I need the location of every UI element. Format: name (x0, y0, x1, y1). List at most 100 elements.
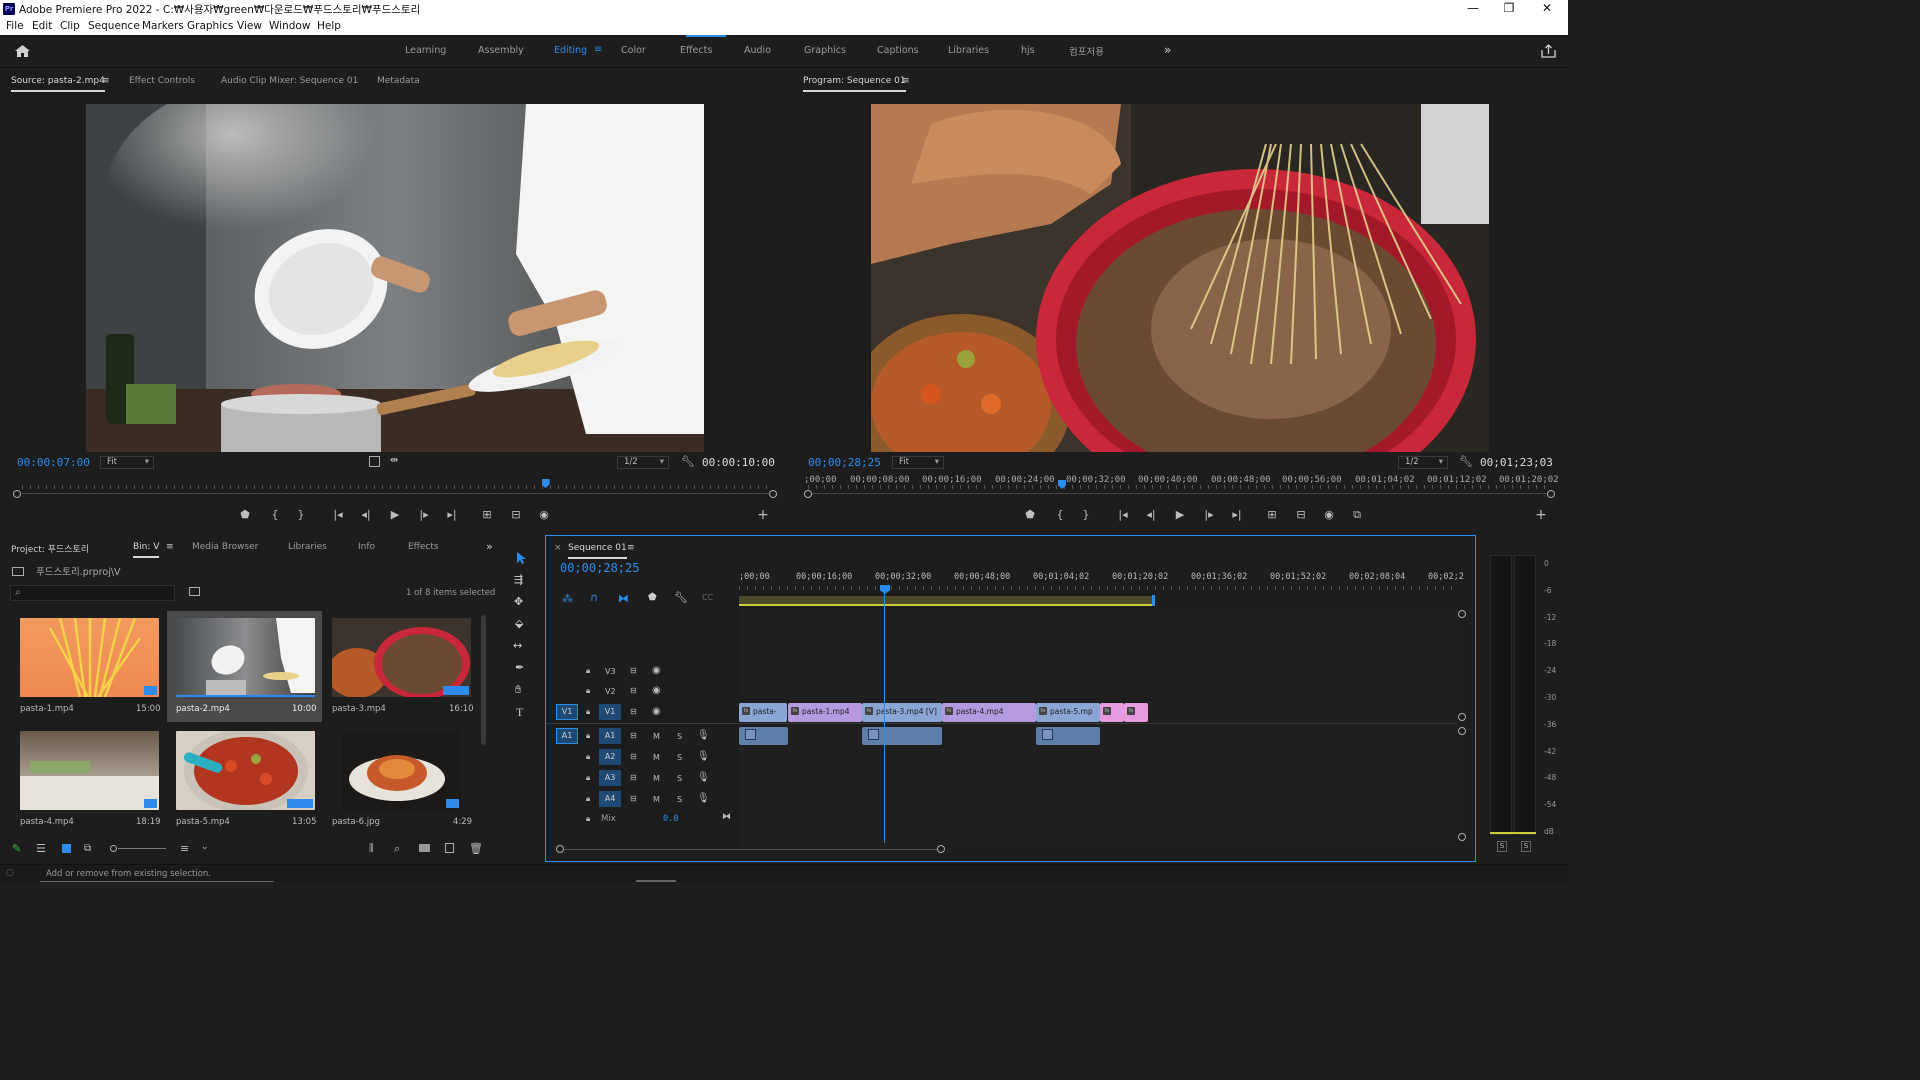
zoom-slider-handle[interactable] (110, 845, 117, 852)
new-search-bin-icon[interactable] (189, 587, 200, 596)
track-lock-icon[interactable]: 🔒︎ (586, 707, 590, 717)
automate-to-sequence-icon[interactable]: ⫼ (369, 843, 374, 854)
mute-button[interactable]: M (653, 795, 660, 804)
trash-icon[interactable]: 🗑︎ (469, 842, 483, 855)
source-time-ruler[interactable] (22, 477, 770, 489)
razor-tool-icon[interactable]: ⬙ (515, 617, 523, 630)
tab-program[interactable]: Program: Sequence 01 (803, 76, 906, 92)
sync-lock-icon[interactable]: ⊟ (630, 686, 637, 695)
tab-info[interactable]: Info (358, 542, 375, 552)
source-mark-out-button[interactable]: } (293, 508, 309, 521)
program-wrench-icon[interactable]: 🔧︎ (1459, 455, 1473, 468)
find-icon[interactable]: ⌕ (394, 842, 400, 856)
sync-lock-icon[interactable]: ⊟ (630, 752, 637, 761)
source-zoom-bar[interactable] (22, 493, 770, 494)
program-panel-menu-icon[interactable]: ≡ (902, 76, 910, 86)
source-export-frame-button[interactable]: ◉ (536, 508, 552, 521)
source-step-forward-button[interactable]: |▸ (416, 508, 432, 521)
linked-selection-icon[interactable]: ⧓ (618, 592, 629, 605)
timeline-close-icon[interactable]: × (554, 543, 562, 553)
program-go-to-in-button[interactable]: |◂ (1115, 508, 1131, 521)
program-step-back-button[interactable]: ◂| (1143, 508, 1159, 521)
source-video-frame[interactable] (86, 104, 704, 452)
track-label-a3[interactable]: A3 (599, 770, 621, 786)
track-lock-icon[interactable]: 🔒︎ (586, 794, 590, 804)
source-patch-v1[interactable]: V1 (556, 704, 578, 720)
insert-nest-icon[interactable]: ⁂ (562, 592, 573, 605)
go-to-in-out-icon[interactable]: ⧓ (722, 812, 731, 822)
tab-bin-v[interactable]: Bin: V (133, 542, 160, 558)
tab-source[interactable]: Source: pasta-2.mp4 (11, 76, 105, 92)
track-label-v1[interactable]: V1 (599, 704, 621, 720)
mute-button[interactable]: M (653, 774, 660, 783)
workspace-learning[interactable]: Learning (405, 45, 446, 56)
program-add-marker-button[interactable]: ⬟ (1022, 508, 1038, 521)
program-play-button[interactable]: ▶ (1172, 508, 1188, 521)
workspace-hjs[interactable]: hjs (1021, 45, 1035, 56)
timeline-playhead[interactable] (880, 585, 890, 594)
source-panel-menu-icon[interactable]: ≡ (102, 76, 110, 86)
timeline-panel-menu-icon[interactable]: ≡ (627, 543, 635, 553)
menu-help[interactable]: Help (317, 20, 341, 32)
timeline-zoom-start-handle[interactable] (556, 845, 564, 853)
timeline-timecode[interactable]: 00;00;28;25 (560, 561, 639, 575)
v1-clip[interactable]: pasta-3.mp4 [V] (862, 703, 942, 722)
program-zoom-bar[interactable] (812, 493, 1548, 494)
program-go-to-out-button[interactable]: ▸| (1229, 508, 1245, 521)
voiceover-mic-icon[interactable]: 🎙︎ (697, 772, 710, 783)
source-insert-button[interactable]: ⊞ (479, 508, 495, 521)
menu-view[interactable]: View (237, 20, 262, 32)
program-mark-out-button[interactable]: } (1078, 508, 1094, 521)
solo-button[interactable]: S (677, 753, 682, 762)
timeline-ruler[interactable] (739, 584, 1459, 590)
solo-button[interactable]: S (677, 795, 682, 804)
program-zoom-end-handle[interactable] (1547, 490, 1555, 498)
track-lock-icon[interactable]: 🔒︎ (586, 686, 590, 696)
snap-icon[interactable]: ∩ (590, 591, 598, 604)
source-drag-icon[interactable]: ⇹ (390, 455, 398, 466)
clip-thumbnail-pasta-3[interactable] (332, 618, 471, 697)
pen-tool-icon[interactable]: ✒ (515, 661, 524, 674)
track-label-v2[interactable]: V2 (605, 687, 616, 696)
chevron-down-icon[interactable]: ⌄ (201, 842, 209, 852)
ripple-edit-tool-icon[interactable]: ✥ (514, 595, 523, 608)
sort-icon[interactable]: ≡ (180, 842, 189, 855)
project-panel-menu-icon[interactable]: ≡ (166, 542, 174, 552)
project-scrollbar[interactable] (481, 615, 486, 745)
source-go-to-in-button[interactable]: |◂ (330, 508, 346, 521)
list-view-icon[interactable]: ☰ (36, 842, 46, 855)
new-bin-icon[interactable] (419, 844, 430, 852)
workspace-overflow-icon[interactable]: » (1164, 43, 1171, 57)
sync-lock-icon[interactable]: ⊟ (630, 731, 637, 740)
sync-lock-icon[interactable]: ⊟ (630, 794, 637, 803)
pencil-icon[interactable]: ✎ (12, 842, 21, 855)
track-label-a4[interactable]: A4 (599, 791, 621, 807)
source-zoom-start-handle[interactable] (13, 490, 21, 498)
freeform-view-icon[interactable]: ⧉ (84, 843, 91, 854)
track-lock-icon[interactable]: 🔒︎ (586, 666, 590, 676)
track-lock-icon[interactable]: 🔒︎ (586, 752, 590, 762)
clip-thumbnail-pasta-1[interactable] (20, 618, 159, 697)
v1-clip[interactable]: pasta-4.mp4 (942, 703, 1036, 722)
program-export-frame-button[interactable]: ◉ (1321, 508, 1337, 521)
home-icon[interactable] (14, 44, 31, 58)
track-lock-icon[interactable]: 🔒︎ (586, 814, 590, 824)
track-label-a1[interactable]: A1 (599, 728, 621, 744)
solo-left-button[interactable]: S (1497, 841, 1507, 852)
source-go-to-out-button[interactable]: ▸| (444, 508, 460, 521)
audio-clip-pasta-3[interactable] (862, 727, 942, 745)
v1-clip[interactable]: pasta-5.mp (1036, 703, 1100, 722)
workspace-effects[interactable]: Effects (680, 45, 712, 56)
hand-tool-icon[interactable]: ✋︎ (515, 683, 521, 697)
tab-media-browser[interactable]: Media Browser (192, 542, 258, 552)
sync-lock-icon[interactable]: ⊟ (630, 773, 637, 782)
program-extract-button[interactable]: ⊟ (1293, 508, 1309, 521)
v1-clip[interactable] (1124, 703, 1148, 722)
project-search-input[interactable]: ⌕ (10, 585, 175, 601)
menu-markers[interactable]: Markers (142, 20, 184, 32)
add-marker-icon[interactable]: ⬟ (648, 592, 657, 603)
program-zoom-start-handle[interactable] (804, 490, 812, 498)
toggle-output-eye-icon[interactable]: ◉ (652, 685, 661, 696)
program-resolution-dropdown[interactable]: 1/2 (1398, 456, 1448, 469)
new-item-icon[interactable] (445, 843, 454, 853)
